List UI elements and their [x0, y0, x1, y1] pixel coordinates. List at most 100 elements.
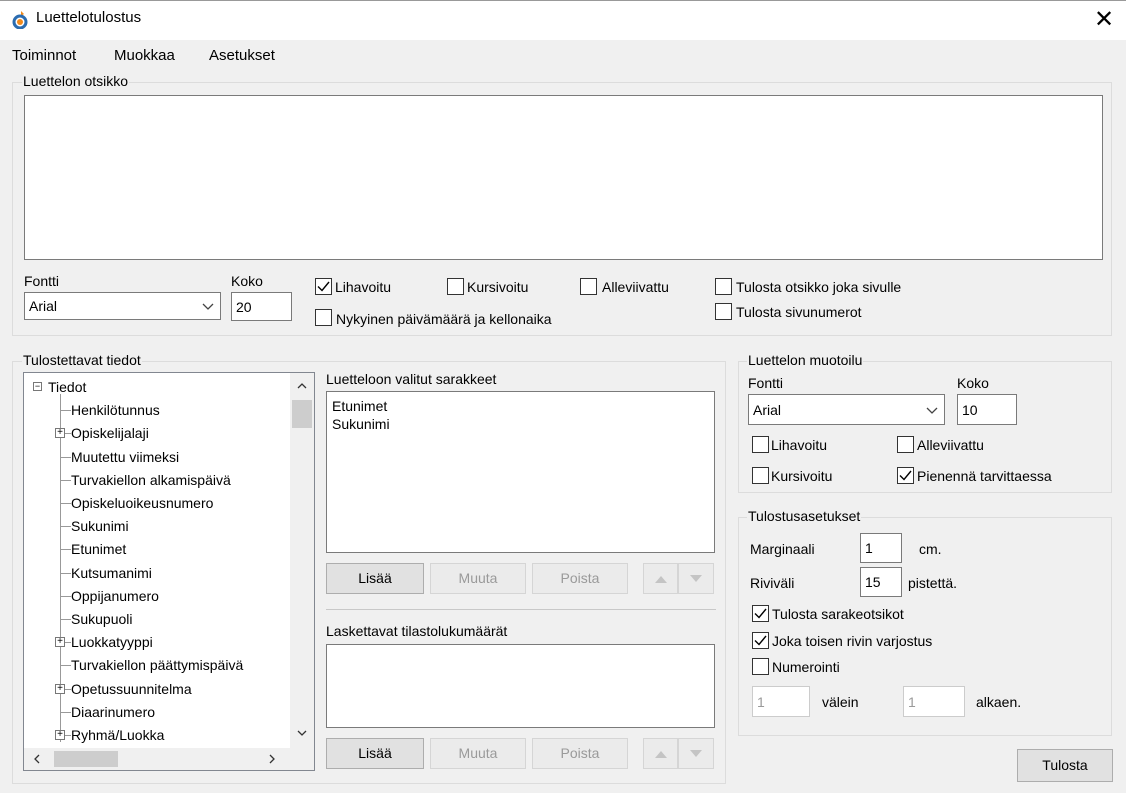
list-item[interactable]: Etunimet [332, 398, 387, 414]
header-font-label: Fontti [24, 273, 60, 289]
tree-item[interactable]: Muutettu viimeksi [24, 440, 290, 472]
tree-item[interactable]: Sukupuoli [24, 603, 290, 634]
expand-icon[interactable]: + [55, 637, 65, 648]
stat-move-up-button[interactable] [643, 738, 678, 769]
header-font-select[interactable]: Arial [24, 292, 221, 320]
line-spacing-field[interactable]: 15 [860, 567, 902, 597]
expand-icon[interactable]: + [55, 683, 65, 694]
divider [326, 609, 716, 610]
print-button[interactable]: Tulosta [1017, 749, 1113, 782]
stats-list[interactable] [326, 644, 715, 728]
scroll-corner [290, 748, 314, 770]
header-size-value: 20 [236, 299, 252, 315]
format-bold-checkbox[interactable] [752, 436, 769, 453]
tree-item-label: Ryhmä/Luokka [71, 727, 165, 743]
tree-item[interactable]: − Tiedot [24, 379, 290, 402]
date-time-checkbox[interactable] [315, 309, 332, 326]
format-size-label: Koko [957, 375, 989, 391]
list-title-textarea[interactable] [24, 95, 1103, 260]
modify-stat-button[interactable]: Muuta [430, 738, 526, 769]
menu-muokkaa[interactable]: Muokkaa [114, 47, 175, 64]
window-title: Luettelotulostus [36, 9, 142, 26]
scroll-left-icon[interactable] [33, 754, 41, 764]
check-icon [317, 281, 330, 292]
close-button[interactable]: ✕ [1082, 2, 1126, 38]
title-every-page-checkbox[interactable] [715, 278, 732, 295]
tree-item[interactable]: + Opetussuunnitelma [24, 672, 290, 704]
tree-item[interactable]: + Ryhmä/Luokka [24, 719, 290, 750]
tree-item[interactable]: + Luokkatyyppi [24, 626, 290, 657]
margin-field[interactable]: 1 [860, 533, 902, 563]
tree-item-label: Turvakiellon päättymispäivä [71, 657, 244, 674]
tree-item-label: Diaarinumero [71, 703, 156, 720]
numbering-interval-field[interactable]: 1 [752, 686, 810, 717]
tree-item-label: Sukunimi [71, 518, 129, 535]
tree-item[interactable]: Sukunimi [24, 510, 290, 541]
line-spacing-unit: pistettä. [908, 575, 958, 591]
title-every-page-label: Tulosta otsikko joka sivulle [736, 279, 902, 295]
italic-checkbox[interactable] [447, 278, 464, 295]
expand-icon[interactable]: + [55, 730, 65, 740]
tree-connector [60, 479, 71, 481]
format-size-field[interactable]: 10 [957, 394, 1017, 425]
underline-checkbox[interactable] [580, 278, 597, 295]
format-italic-checkbox[interactable] [752, 467, 769, 484]
header-size-label: Koko [231, 273, 263, 289]
selected-columns-list[interactable]: Etunimet Sukunimi [326, 391, 715, 553]
list-item[interactable]: Sukunimi [332, 416, 390, 432]
format-font-select[interactable]: Arial [748, 394, 945, 425]
shrink-if-needed-checkbox[interactable] [897, 467, 914, 484]
print-column-headers-checkbox[interactable] [752, 605, 769, 622]
scroll-right-icon[interactable] [268, 754, 276, 764]
menu-toiminnot[interactable]: Toiminnot [12, 47, 76, 64]
tree-item[interactable]: Turvakiellon alkamispäivä [24, 463, 290, 495]
format-underline-checkbox[interactable] [897, 436, 914, 453]
format-bold-label: Lihavoitu [771, 437, 828, 453]
row-shading-label: Joka toisen rivin varjostus [772, 633, 933, 649]
page-numbers-checkbox[interactable] [715, 303, 732, 320]
tree-item[interactable]: Turvakiellon päättymispäivä [24, 649, 290, 680]
tree-item[interactable]: Opiskeluoikeusnumero [24, 487, 290, 518]
tree-item[interactable]: + Opiskelijalaji [24, 417, 290, 448]
tree-connector [60, 711, 71, 713]
row-shading-checkbox[interactable] [752, 632, 769, 649]
scroll-down-icon[interactable] [297, 729, 307, 737]
tree-connector [60, 394, 61, 418]
bold-checkbox[interactable] [315, 278, 332, 295]
add-stat-button[interactable]: Lisää [326, 738, 424, 769]
remove-column-button[interactable]: Poista [532, 563, 628, 594]
tree-vertical-scrollbar[interactable] [290, 373, 314, 748]
expand-icon[interactable]: + [55, 428, 65, 439]
fields-tree[interactable]: − Tiedot Henkilötunnus + Opiskelijalaji Muute… [23, 372, 315, 771]
numbering-start-field[interactable]: 1 [903, 686, 965, 717]
move-down-button[interactable] [678, 563, 714, 594]
menu-asetukset[interactable]: Asetukset [209, 47, 275, 64]
tree-horizontal-scrollbar[interactable] [24, 748, 290, 770]
tree-item[interactable]: Etunimet [24, 533, 290, 564]
collapse-icon[interactable]: − [33, 382, 42, 391]
tree-connector [60, 695, 61, 719]
italic-label: Kursivoitu [467, 279, 529, 295]
tree-connector [60, 649, 61, 673]
page-numbers-label: Tulosta sivunumerot [736, 304, 862, 320]
format-font-label: Fontti [748, 375, 784, 391]
tree-scroll-thumb[interactable] [292, 400, 312, 428]
stat-move-down-button[interactable] [678, 738, 714, 769]
move-up-button[interactable] [643, 563, 678, 594]
tree-hscroll-thumb[interactable] [54, 751, 118, 767]
modify-column-button[interactable]: Muuta [430, 563, 526, 594]
tree-item[interactable]: Kutsumanimi [24, 556, 290, 588]
header-size-field[interactable]: 20 [231, 292, 292, 321]
remove-stat-button[interactable]: Poista [532, 738, 628, 769]
tree-item[interactable]: Oppijanumero [24, 579, 290, 611]
tree-item[interactable]: Diaarinumero [24, 695, 290, 727]
scroll-up-icon[interactable] [297, 382, 307, 390]
triangle-up-icon [654, 751, 667, 758]
add-column-button[interactable]: Lisää [326, 563, 424, 594]
numbering-checkbox[interactable] [752, 658, 769, 675]
tree-item[interactable]: Henkilötunnus [24, 394, 290, 425]
chevron-down-icon [926, 407, 938, 414]
tree-item-label: Kutsumanimi [71, 564, 152, 581]
data-group-legend: Tulostettavat tiedot [22, 352, 142, 368]
numbering-start-value: 1 [908, 694, 916, 710]
